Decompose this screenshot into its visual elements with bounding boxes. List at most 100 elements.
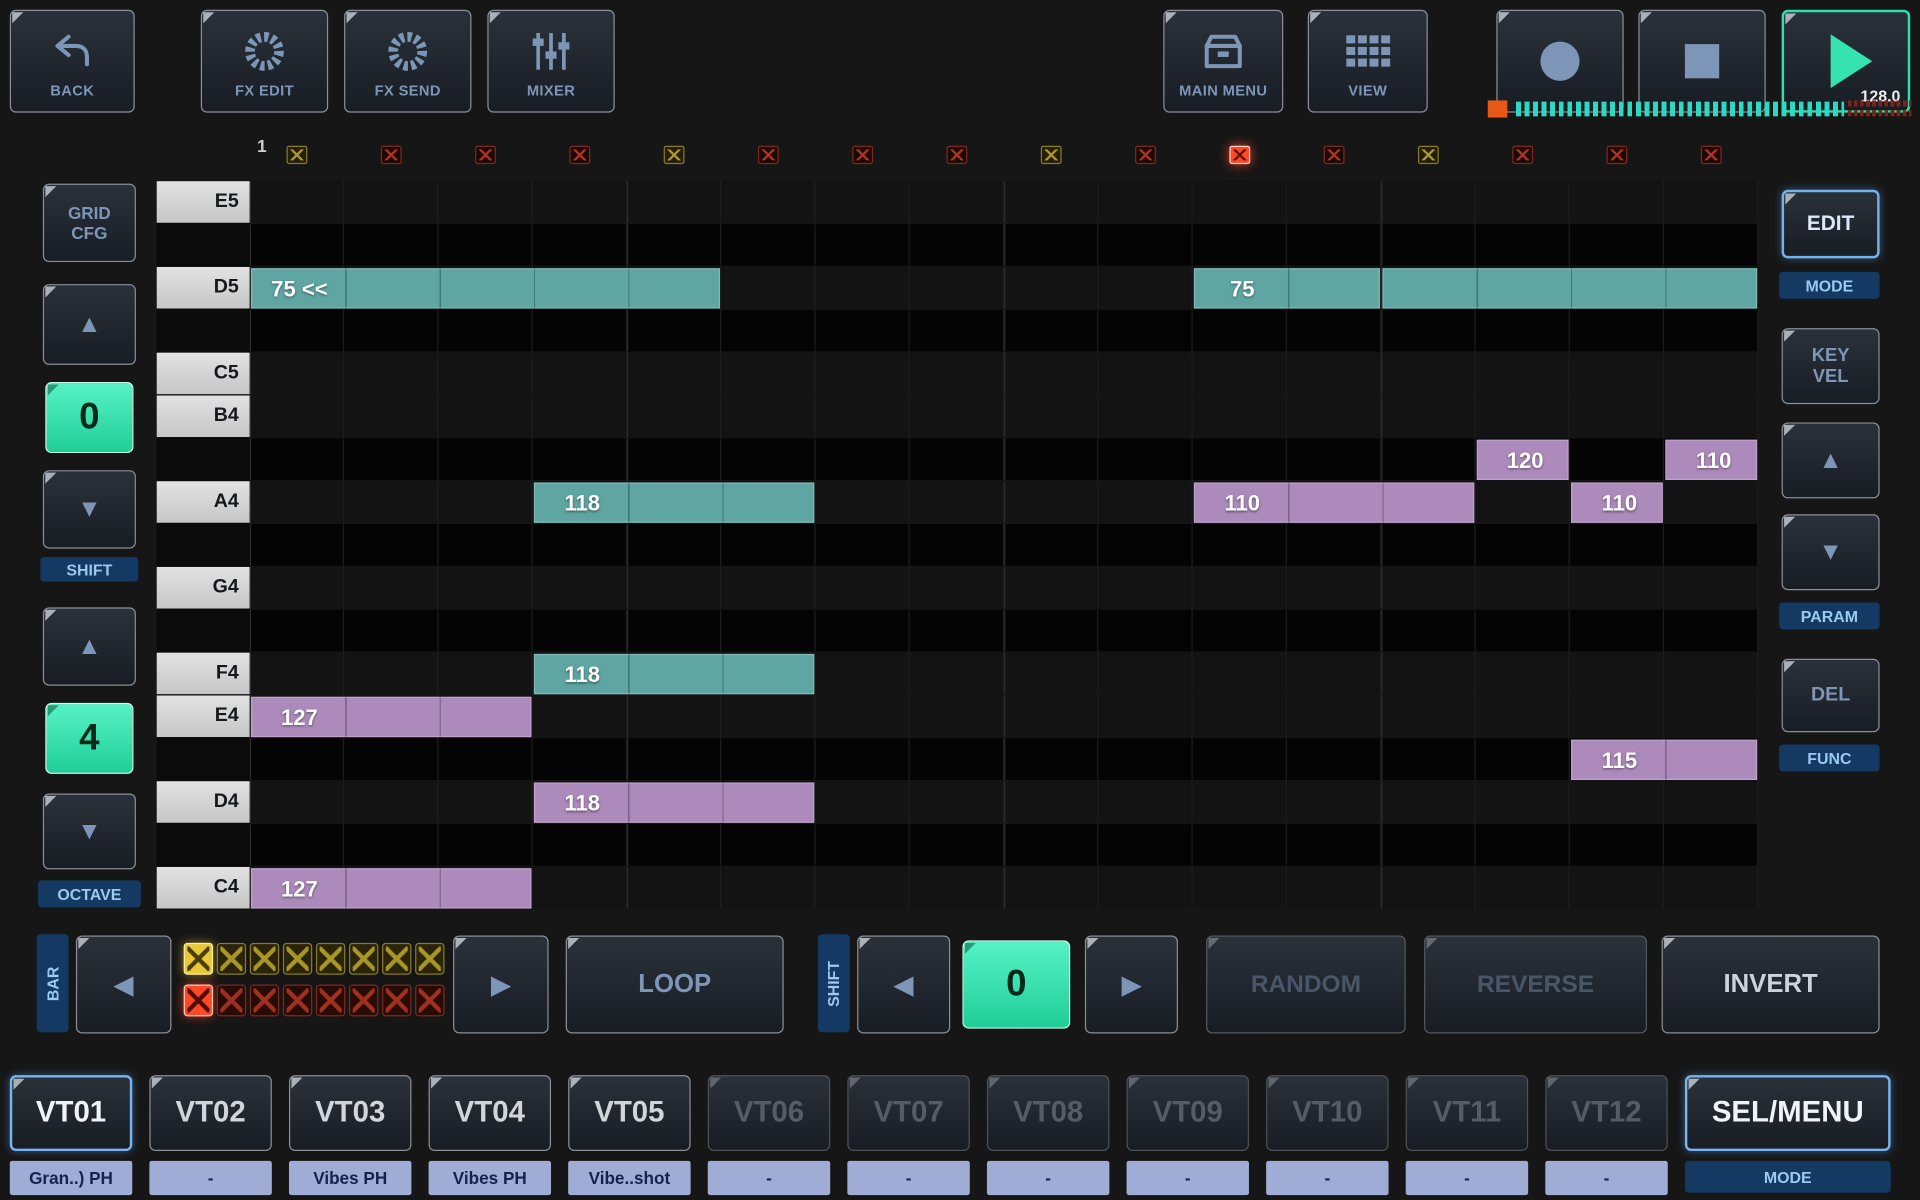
step-marker-4[interactable] [569, 146, 590, 164]
key-fs4[interactable] [157, 610, 250, 653]
note-f4-step4[interactable]: 118 [534, 654, 814, 694]
step-marker-14[interactable] [1512, 146, 1533, 164]
key-c5[interactable]: C5 [157, 353, 250, 396]
bar-select-olive-1[interactable] [184, 943, 213, 975]
view-button[interactable]: VIEW [1308, 10, 1428, 113]
bar-select-olive-7[interactable] [382, 943, 411, 975]
track-button-vt09[interactable]: VT09 [1127, 1075, 1249, 1151]
play-button[interactable]: 128.0 [1782, 10, 1911, 113]
bar-select-olive-6[interactable] [349, 943, 378, 975]
key-g4[interactable]: G4 [157, 567, 250, 610]
shift-right-button[interactable]: ▶ [1085, 936, 1178, 1034]
step-marker-12[interactable] [1324, 146, 1345, 164]
key-gs4[interactable] [157, 524, 250, 567]
key-vel-button[interactable]: KEY VEL [1782, 328, 1880, 404]
bar-select-red-4[interactable] [283, 984, 312, 1016]
bar-select-red-7[interactable] [382, 984, 411, 1016]
key-e4[interactable]: E4 [157, 696, 250, 739]
bar-next-button[interactable]: ▶ [453, 936, 549, 1034]
bar-select-red-2[interactable] [217, 984, 246, 1016]
random-button[interactable]: RANDOM [1206, 936, 1406, 1034]
fx-edit-button[interactable]: FX EDIT [201, 10, 328, 113]
note-d5-step11[interactable]: 75 [1194, 268, 1380, 308]
mixer-button[interactable]: MIXER [487, 10, 614, 113]
param-up-button[interactable]: ▲ [1782, 422, 1880, 498]
key-f4[interactable]: F4 [157, 653, 250, 696]
param-down-button[interactable]: ▼ [1782, 514, 1880, 590]
reverse-button[interactable]: REVERSE [1424, 936, 1647, 1034]
key-as4[interactable] [157, 438, 250, 481]
step-marker-13[interactable] [1418, 146, 1439, 164]
shift-left-button[interactable]: ◀ [857, 936, 950, 1034]
bar-select-red-8[interactable] [415, 984, 444, 1016]
shift-down-button[interactable]: ▼ [43, 470, 136, 548]
note-c4-step1[interactable]: 127 [251, 868, 531, 908]
note-e4-step1[interactable]: 127 [251, 697, 531, 737]
stop-button[interactable] [1638, 10, 1765, 113]
track-button-vt04[interactable]: VT04 [429, 1075, 551, 1151]
key-ds5[interactable] [157, 224, 250, 267]
delete-button[interactable]: DEL [1782, 659, 1880, 732]
invert-button[interactable]: INVERT [1662, 936, 1880, 1034]
note-d5-step1[interactable]: 75 << [251, 268, 720, 308]
step-marker-16[interactable] [1701, 146, 1722, 164]
bar-select-olive-3[interactable] [250, 943, 279, 975]
track-button-vt01[interactable]: VT01 [10, 1075, 132, 1151]
step-marker-9[interactable] [1041, 146, 1062, 164]
shift-up-button[interactable]: ▲ [43, 284, 136, 365]
track-button-vt12[interactable]: VT12 [1545, 1075, 1667, 1151]
note-a4-step4[interactable]: 118 [534, 482, 814, 522]
bar-prev-button[interactable]: ◀ [76, 936, 172, 1034]
key-cs5[interactable] [157, 310, 250, 353]
key-a4[interactable]: A4 [157, 481, 250, 524]
step-marker-6[interactable] [758, 146, 779, 164]
key-cs4[interactable] [157, 824, 250, 867]
edit-mode-button[interactable]: EDIT [1782, 190, 1880, 259]
track-button-vt03[interactable]: VT03 [289, 1075, 411, 1151]
track-button-vt07[interactable]: VT07 [847, 1075, 969, 1151]
step-marker-1[interactable] [287, 146, 308, 164]
step-marker-11-active[interactable] [1229, 146, 1250, 164]
step-marker-10[interactable] [1135, 146, 1156, 164]
octave-down-button[interactable]: ▼ [43, 793, 136, 869]
note-ds4-step15[interactable]: 115 [1571, 740, 1757, 780]
step-marker-8[interactable] [947, 146, 968, 164]
key-e5[interactable]: E5 [157, 181, 250, 224]
note-as4-step14[interactable]: 120 [1477, 440, 1569, 480]
bar-select-red-6[interactable] [349, 984, 378, 1016]
bar-select-olive-2[interactable] [217, 943, 246, 975]
step-marker-3[interactable] [475, 146, 496, 164]
bar-select-olive-4[interactable] [283, 943, 312, 975]
key-d4[interactable]: D4 [157, 781, 250, 824]
sel-menu-button[interactable]: SEL/MENU [1685, 1075, 1891, 1151]
key-d5[interactable]: D5 [157, 267, 250, 310]
bar-select-red-3[interactable] [250, 984, 279, 1016]
key-c4[interactable]: C4 [157, 867, 250, 910]
record-button[interactable] [1496, 10, 1623, 113]
note-a4-step11[interactable]: 110 [1194, 482, 1474, 522]
step-marker-5[interactable] [664, 146, 685, 164]
step-marker-2[interactable] [381, 146, 402, 164]
track-button-vt06[interactable]: VT06 [708, 1075, 830, 1151]
back-button[interactable]: BACK [10, 10, 135, 113]
key-b4[interactable]: B4 [157, 396, 250, 439]
step-marker-15[interactable] [1607, 146, 1628, 164]
note-d5-step13[interactable] [1382, 268, 1757, 308]
bar-select-red-5[interactable] [316, 984, 345, 1016]
note-a4-step15[interactable]: 110 [1571, 482, 1663, 522]
track-button-vt08[interactable]: VT08 [987, 1075, 1109, 1151]
track-button-vt11[interactable]: VT11 [1406, 1075, 1528, 1151]
bar-select-olive-8[interactable] [415, 943, 444, 975]
key-ds4[interactable] [157, 738, 250, 781]
note-d4-step4[interactable]: 118 [534, 782, 814, 822]
bar-select-olive-5[interactable] [316, 943, 345, 975]
fx-send-button[interactable]: FX SEND [344, 10, 471, 113]
track-button-vt10[interactable]: VT10 [1266, 1075, 1388, 1151]
track-button-vt05[interactable]: VT05 [568, 1075, 690, 1151]
bar-select-red-1[interactable] [184, 984, 213, 1016]
note-as4-step16[interactable]: 110 [1665, 440, 1757, 480]
track-button-vt02[interactable]: VT02 [149, 1075, 271, 1151]
loop-button[interactable]: LOOP [566, 936, 784, 1034]
grid-cfg-button[interactable]: GRID CFG [43, 184, 136, 262]
octave-up-button[interactable]: ▲ [43, 607, 136, 685]
